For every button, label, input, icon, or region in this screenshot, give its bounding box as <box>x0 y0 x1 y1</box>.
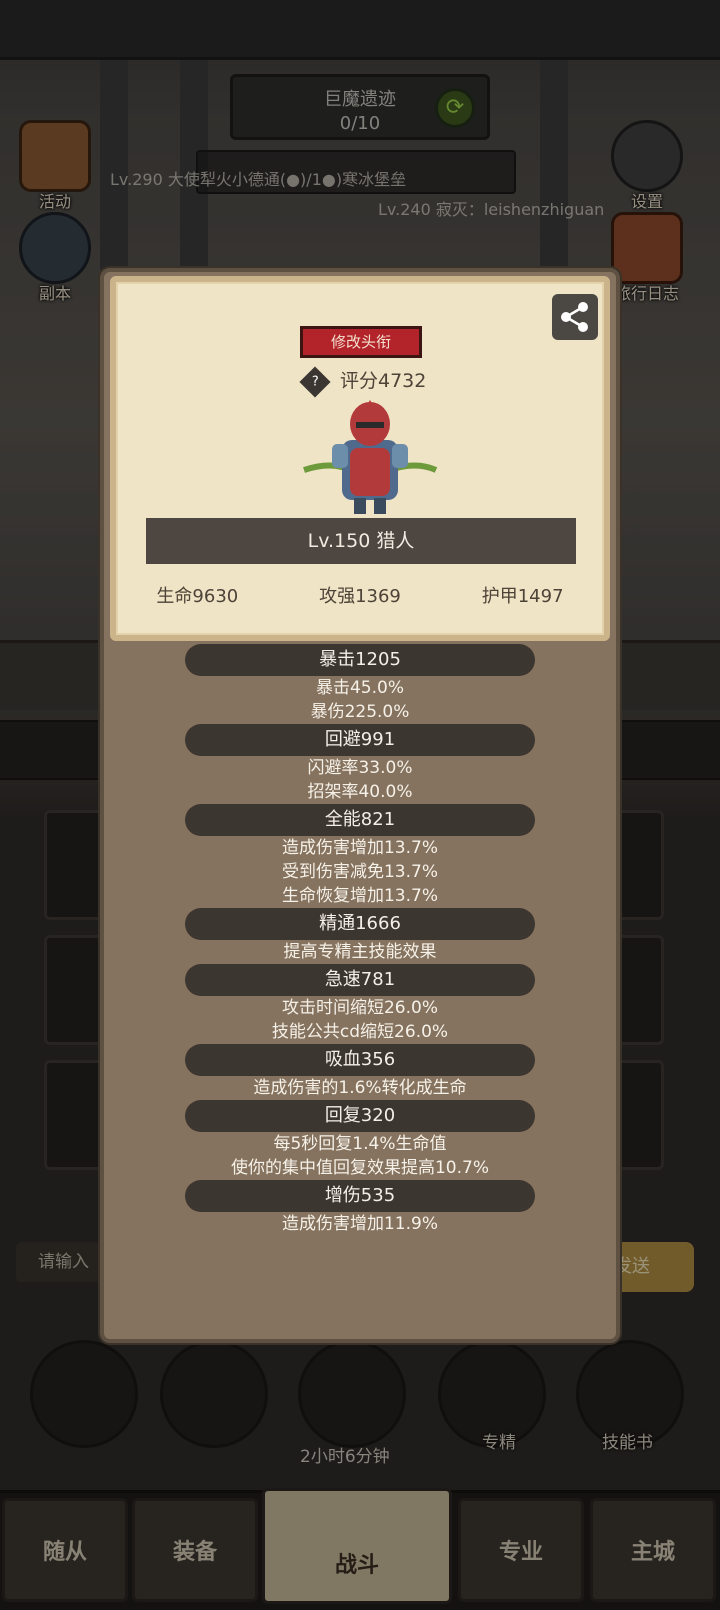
stat-header: 吸血356 <box>185 1044 535 1076</box>
stat-group-regen: 回复320 每5秒回复1.4%生命值 使你的集中值回复效果提高10.7% <box>104 1100 616 1180</box>
stat-group-leech: 吸血356 造成伤害的1.6%转化成生命 <box>104 1044 616 1100</box>
stat-group-versatility: 全能821 造成伤害增加13.7% 受到伤害减免13.7% 生命恢复增加13.7… <box>104 804 616 908</box>
stat-header: 增伤535 <box>185 1180 535 1212</box>
stat-line: 造成伤害增加13.7% <box>281 838 438 858</box>
stat-header: 回复320 <box>185 1100 535 1132</box>
stat-line: 暴击45.0% <box>315 678 404 698</box>
share-button[interactable] <box>552 294 598 340</box>
stat-line: 闪避率33.0% <box>307 758 413 778</box>
stat-header: 全能821 <box>185 804 535 836</box>
stat-header: 回避991 <box>185 724 535 756</box>
stat-group-haste: 急速781 攻击时间缩短26.0% 技能公共cd缩短26.0% <box>104 964 616 1044</box>
stat-group-crit: 暴击1205 暴击45.0% 暴伤225.0% <box>104 644 616 724</box>
stat-line: 暴伤225.0% <box>310 702 410 722</box>
share-icon <box>561 302 588 332</box>
stat-line: 技能公共cd缩短26.0% <box>271 1022 449 1042</box>
character-stats-popup: 修改头衔 ? 评分4732 Lv.150 猎人 生命9630 攻强1369 护甲1… <box>100 268 620 1343</box>
stat-line: 生命恢复增加13.7% <box>281 886 438 906</box>
stat-group-damage-bonus: 增伤535 造成伤害增加11.9% <box>104 1180 616 1236</box>
stat-line: 提高专精主技能效果 <box>283 942 437 962</box>
hp-stat: 生命9630 <box>156 586 239 607</box>
score-row: ? 评分4732 <box>299 365 427 398</box>
armor-stat: 护甲1497 <box>481 586 564 607</box>
stat-line: 攻击时间缩短26.0% <box>281 998 438 1018</box>
stat-line: 使你的集中值回复效果提高10.7% <box>230 1158 489 1178</box>
hunter-avatar <box>303 400 438 514</box>
base-stats-row: 生命9630 攻强1369 护甲1497 <box>116 582 604 608</box>
stat-line: 每5秒回复1.4%生命值 <box>273 1134 447 1154</box>
attack-stat: 攻强1369 <box>319 586 401 607</box>
stat-header: 暴击1205 <box>185 644 535 676</box>
edit-title-button[interactable]: 修改头衔 <box>300 326 422 358</box>
stat-group-mastery: 精通1666 提高专精主技能效果 <box>104 908 616 964</box>
stat-header: 急速781 <box>185 964 535 996</box>
score-text: 评分4732 <box>340 370 427 392</box>
help-icon[interactable]: ? <box>299 365 331 398</box>
character-name: Lv.150 猎人 <box>146 518 576 564</box>
stat-line: 受到伤害减免13.7% <box>281 862 438 882</box>
secondary-stats-list: 暴击1205 暴击45.0% 暴伤225.0% 回避991 闪避率33.0% 招… <box>104 644 616 1236</box>
stat-group-avoidance: 回避991 闪避率33.0% 招架率40.0% <box>104 724 616 804</box>
stat-line: 招架率40.0% <box>307 782 413 802</box>
stat-line: 造成伤害的1.6%转化成生命 <box>253 1078 467 1098</box>
character-card: 修改头衔 ? 评分4732 Lv.150 猎人 生命9630 攻强1369 护甲1… <box>110 276 610 641</box>
stat-header: 精通1666 <box>185 908 535 940</box>
stat-line: 造成伤害增加11.9% <box>281 1214 438 1234</box>
